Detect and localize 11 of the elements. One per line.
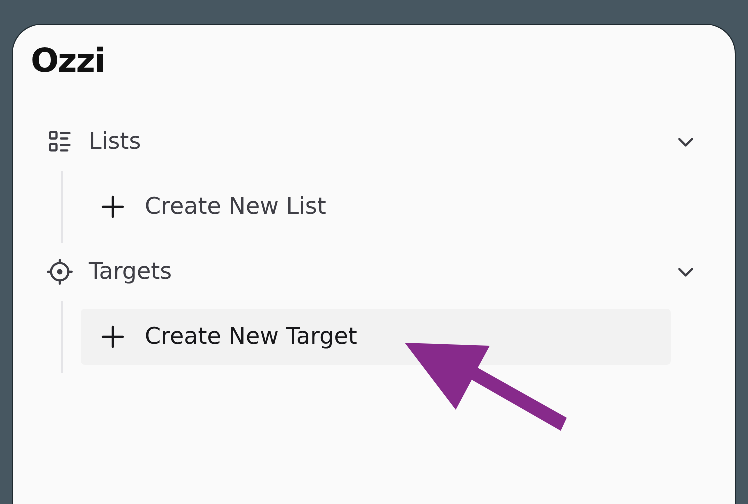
section-header[interactable]: Lists	[31, 113, 697, 171]
section-header[interactable]: Targets	[31, 243, 697, 301]
section-label: Lists	[89, 129, 142, 155]
section-label: Targets	[89, 259, 174, 285]
plus-icon	[101, 325, 125, 349]
menu-item[interactable]: Create New List	[81, 179, 671, 235]
target-icon	[47, 259, 73, 285]
menu-item[interactable]: Create New Target	[81, 309, 671, 365]
list-icon	[47, 129, 73, 155]
logo: Ozzi	[31, 40, 105, 82]
plus-icon	[101, 195, 125, 219]
